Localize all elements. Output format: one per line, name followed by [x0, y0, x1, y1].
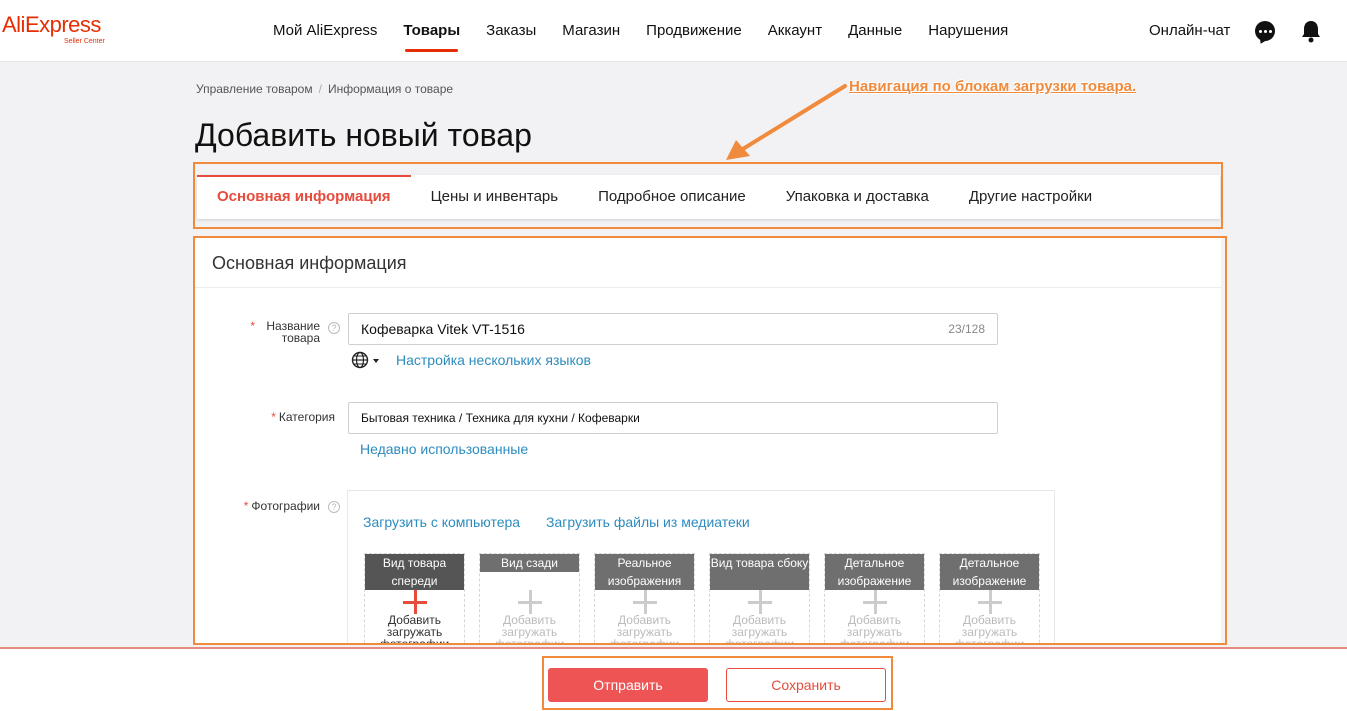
plus-icon	[748, 590, 772, 614]
nav-account[interactable]: Аккаунт	[768, 0, 822, 62]
tab-detailed-description[interactable]: Подробное описание	[578, 175, 766, 219]
photo-upload-box: Загрузить с компьютера Загрузить файлы и…	[347, 490, 1055, 643]
page-title: Добавить новый товар	[195, 117, 532, 153]
upload-from-media-link[interactable]: Загрузить файлы из медиатеки	[546, 514, 750, 530]
photo-slot-front[interactable]: Вид товара спереди Добавить загружать фо…	[364, 553, 465, 643]
plus-icon	[863, 590, 887, 614]
nav-store[interactable]: Магазин	[562, 0, 620, 62]
logo-text: AliExpress	[2, 12, 101, 37]
photo-slot-title: Детальное изображение	[825, 554, 924, 590]
photo-slot-text: Добавить загружать фотографии	[495, 613, 564, 643]
photo-slot-text: Добавить загружать фотографии	[380, 613, 449, 643]
nav-orders[interactable]: Заказы	[486, 0, 536, 62]
breadcrumb-separator: /	[318, 82, 322, 96]
product-name-help-icon[interactable]: ?	[328, 322, 340, 334]
logo-subtitle: Seller Center	[64, 38, 105, 45]
recently-used-link[interactable]: Недавно использованные	[360, 441, 528, 457]
section-title: Основная информация	[195, 238, 1221, 288]
photo-slot-text: Добавить загружать фотографии	[955, 613, 1024, 643]
section-tabs: Основная информация Цены и инвентарь Под…	[197, 175, 1220, 219]
upload-from-computer-link[interactable]: Загрузить с компьютера	[363, 514, 520, 530]
product-name-input[interactable]: Кофеварка Vitek VT-1516 23/128	[348, 313, 998, 345]
breadcrumb-item-product-info: Информация о товаре	[327, 82, 454, 96]
category-input[interactable]: Бытовая техника / Техника для кухни / Ко…	[348, 402, 998, 434]
photos-label-text: Фотографии	[251, 499, 320, 513]
photo-slot-real[interactable]: Реальное изображения Добавить загружать …	[594, 553, 695, 643]
photo-slot-detail-2[interactable]: Детальное изображение Добавить загружать…	[939, 553, 1040, 643]
photo-slot-title: Вид товара сбоку	[710, 554, 809, 590]
category-label-text: Категория	[278, 410, 335, 424]
photo-slot-text: Добавить загружать фотографии	[610, 613, 679, 643]
annotation-arrow-icon	[726, 84, 847, 160]
plus-icon	[978, 590, 1002, 614]
nav-products[interactable]: Товары	[403, 0, 460, 62]
photo-slot-title: Вид товара спереди	[365, 554, 464, 590]
multi-language-link[interactable]: Настройка нескольких языков	[396, 352, 591, 368]
nav-my-aliexpress[interactable]: Мой AliExpress	[273, 0, 377, 62]
plus-icon	[518, 590, 542, 614]
category-label: * Категория	[205, 411, 335, 423]
product-name-counter: 23/128	[948, 322, 985, 336]
product-name-label-text: Название товара	[266, 319, 320, 345]
photo-slot-side[interactable]: Вид товара сбоку Добавить загружать фото…	[709, 553, 810, 643]
photo-slot-back[interactable]: Вид сзади Добавить загружать фотографии	[479, 553, 580, 643]
breadcrumb: Управление товаром / Информация о товаре	[196, 82, 453, 96]
top-header: AliExpress Seller Center Мой AliExpress …	[0, 0, 1347, 62]
online-chat-link[interactable]: Онлайн-чат	[1149, 0, 1230, 62]
plus-icon	[403, 590, 427, 614]
main-nav: Мой AliExpress Товары Заказы Магазин Про…	[273, 0, 1034, 62]
required-marker: *	[271, 410, 276, 424]
chat-bubble-icon[interactable]	[1255, 21, 1275, 41]
nav-violations[interactable]: Нарушения	[928, 0, 1008, 62]
aliexpress-logo[interactable]: AliExpress Seller Center	[2, 12, 105, 45]
photo-slot-detail-1[interactable]: Детальное изображение Добавить загружать…	[824, 553, 925, 643]
photos-label: * Фотографии	[195, 500, 320, 512]
required-marker: *	[250, 319, 255, 333]
photo-slot-title: Реальное изображения	[595, 554, 694, 590]
globe-icon[interactable]	[351, 351, 381, 369]
photos-help-icon[interactable]: ?	[328, 501, 340, 513]
tab-packaging-delivery[interactable]: Упаковка и доставка	[766, 175, 949, 219]
product-name-value: Кофеварка Vitek VT-1516	[361, 321, 525, 337]
tab-prices-inventory[interactable]: Цены и инвентарь	[411, 175, 579, 219]
nav-data[interactable]: Данные	[848, 0, 902, 62]
nav-promotion[interactable]: Продвижение	[646, 0, 742, 62]
tab-basic-info[interactable]: Основная информация	[197, 175, 411, 219]
save-button[interactable]: Сохранить	[726, 668, 886, 702]
photo-slot-text: Добавить загружать фотографии	[840, 613, 909, 643]
basic-info-section: Основная информация * Название товара ? К…	[195, 238, 1221, 643]
annotation-text: Навигация по блокам загрузки товара.	[849, 78, 1137, 95]
required-marker: *	[243, 499, 249, 513]
plus-icon	[633, 590, 657, 614]
product-name-label: * Название товара	[195, 320, 320, 344]
photo-slot-title: Детальное изображение	[940, 554, 1039, 590]
bell-icon[interactable]	[1300, 19, 1322, 43]
submit-button[interactable]: Отправить	[548, 668, 708, 702]
photo-slot-title: Вид сзади	[480, 554, 579, 572]
tab-other-settings[interactable]: Другие настройки	[949, 175, 1112, 219]
breadcrumb-item-product-management[interactable]: Управление товаром	[196, 82, 313, 96]
photo-slot-text: Добавить загружать фотографии	[725, 613, 794, 643]
